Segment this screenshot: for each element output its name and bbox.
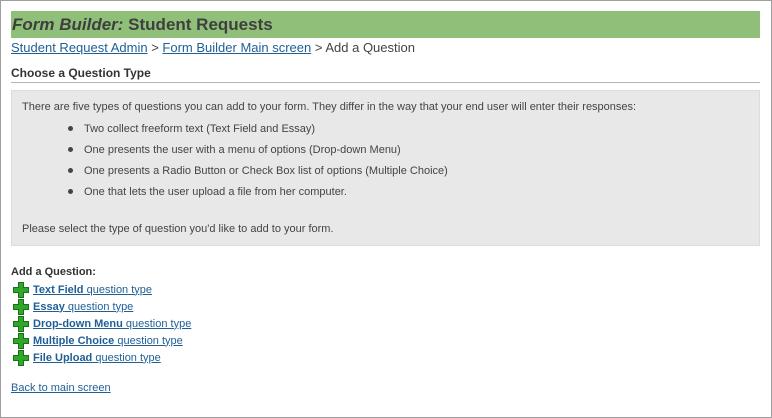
info-bullet: One presents a Radio Button or Check Box… bbox=[68, 163, 448, 184]
breadcrumb-separator: > bbox=[147, 40, 163, 55]
bullet-icon bbox=[68, 147, 73, 152]
info-box: There are five types of questions you ca… bbox=[11, 90, 760, 246]
info-bullet: One presents the user with a menu of opt… bbox=[68, 142, 448, 163]
page-title: Form Builder: Student Requests bbox=[11, 11, 760, 38]
breadcrumb-form-builder-main[interactable]: Form Builder Main screen bbox=[162, 40, 311, 55]
question-type-item: File Upload question type bbox=[13, 349, 191, 366]
green-plus-icon[interactable] bbox=[13, 315, 29, 332]
add-dropdown-menu-link[interactable]: Drop-down Menu question type bbox=[33, 318, 191, 330]
green-plus-icon[interactable] bbox=[13, 298, 29, 315]
question-type-item: Text Field question type bbox=[13, 281, 191, 298]
breadcrumb-separator: > bbox=[311, 40, 326, 55]
back-to-main-link[interactable]: Back to main screen bbox=[11, 382, 111, 394]
green-plus-icon[interactable] bbox=[13, 332, 29, 349]
add-multiple-choice-link[interactable]: Multiple Choice question type bbox=[33, 335, 183, 347]
question-type-item: Multiple Choice question type bbox=[13, 332, 191, 349]
breadcrumb-student-request-admin[interactable]: Student Request Admin bbox=[11, 40, 148, 55]
info-bullet: One that lets the user upload a file fro… bbox=[68, 184, 448, 205]
info-bullet-list: Two collect freeform text (Text Field an… bbox=[68, 121, 448, 205]
add-question-heading: Add a Question: bbox=[11, 266, 96, 278]
bullet-icon bbox=[68, 189, 73, 194]
info-bullet: Two collect freeform text (Text Field an… bbox=[68, 121, 448, 142]
green-plus-icon[interactable] bbox=[13, 281, 29, 298]
green-plus-icon[interactable] bbox=[13, 349, 29, 366]
add-essay-link[interactable]: Essay question type bbox=[33, 301, 133, 313]
add-file-upload-link[interactable]: File Upload question type bbox=[33, 352, 161, 364]
info-outro: Please select the type of question you'd… bbox=[22, 223, 334, 235]
bullet-icon bbox=[68, 126, 73, 131]
info-intro: There are five types of questions you ca… bbox=[22, 101, 637, 113]
question-type-item: Drop-down Menu question type bbox=[13, 315, 191, 332]
section-heading: Choose a Question Type bbox=[11, 66, 760, 83]
breadcrumb: Student Request Admin > Form Builder Mai… bbox=[11, 40, 415, 55]
page-title-prefix: Form Builder: bbox=[12, 15, 124, 34]
add-text-field-link[interactable]: Text Field question type bbox=[33, 284, 152, 296]
breadcrumb-current: Add a Question bbox=[325, 40, 415, 55]
question-type-item: Essay question type bbox=[13, 298, 191, 315]
question-type-list: Text Field question type Essay question … bbox=[13, 281, 191, 366]
page-title-suffix: Student Requests bbox=[123, 15, 273, 34]
bullet-icon bbox=[68, 168, 73, 173]
